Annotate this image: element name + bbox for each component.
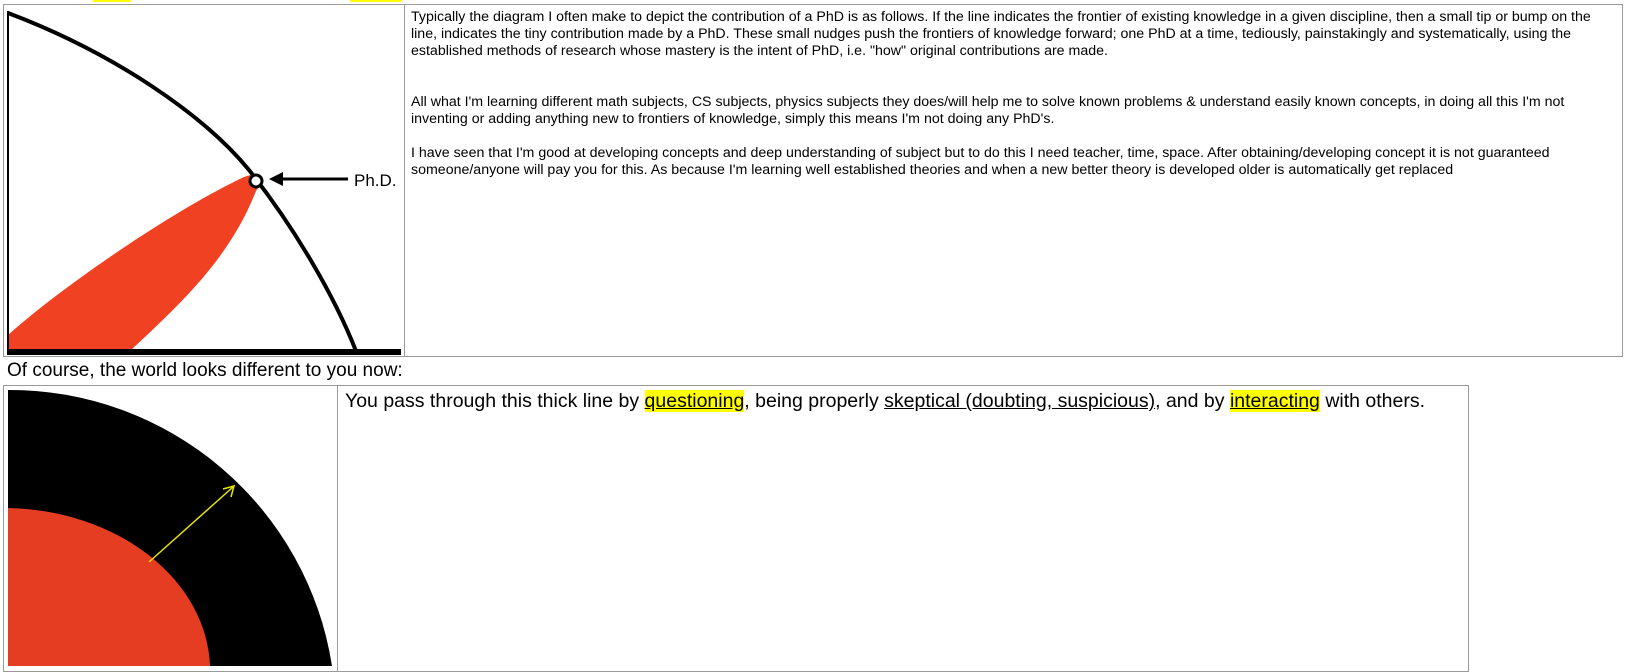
thick-line-row: You pass through this thick line by ques… bbox=[3, 385, 1469, 672]
phd-diagram-cell: Ph.D. bbox=[4, 5, 405, 356]
thick-frontier-diagram bbox=[8, 389, 332, 666]
paragraph-1: Typically the diagram I often make to de… bbox=[411, 9, 1591, 59]
phd-explanation-text: Typically the diagram I often make to de… bbox=[406, 5, 1622, 356]
phd-frontier-diagram: Ph.D. bbox=[7, 11, 401, 355]
phd-arrow-head bbox=[269, 172, 283, 186]
underlined-skeptical: skeptical (doubting, suspicious) bbox=[884, 390, 1156, 412]
sentence-part: , and by bbox=[1155, 390, 1230, 412]
highlight-fragment bbox=[93, 0, 131, 2]
paragraph-2: All what I'm learning different math sub… bbox=[411, 94, 1565, 127]
sentence-part: with others. bbox=[1319, 390, 1426, 412]
sentence-part: You pass through this thick line by bbox=[345, 390, 645, 412]
paragraph-3: I have seen that I'm good at developing … bbox=[411, 145, 1550, 178]
highlight-questioning: questioning bbox=[644, 390, 745, 412]
phd-contribution-row: Ph.D. Typically the diagram I often make… bbox=[3, 4, 1623, 357]
thick-line-diagram-cell bbox=[4, 386, 338, 671]
sentence-part: , being properly bbox=[744, 390, 885, 412]
phd-bump bbox=[248, 173, 264, 189]
phd-label: Ph.D. bbox=[354, 171, 397, 190]
thick-line-text: You pass through this thick line by ques… bbox=[339, 386, 1468, 671]
caption-text: Of course, the world looks different to … bbox=[7, 360, 403, 381]
highlight-fragment bbox=[350, 0, 402, 2]
knowledge-area bbox=[8, 174, 261, 352]
highlight-interacting: interacting bbox=[1229, 390, 1320, 412]
